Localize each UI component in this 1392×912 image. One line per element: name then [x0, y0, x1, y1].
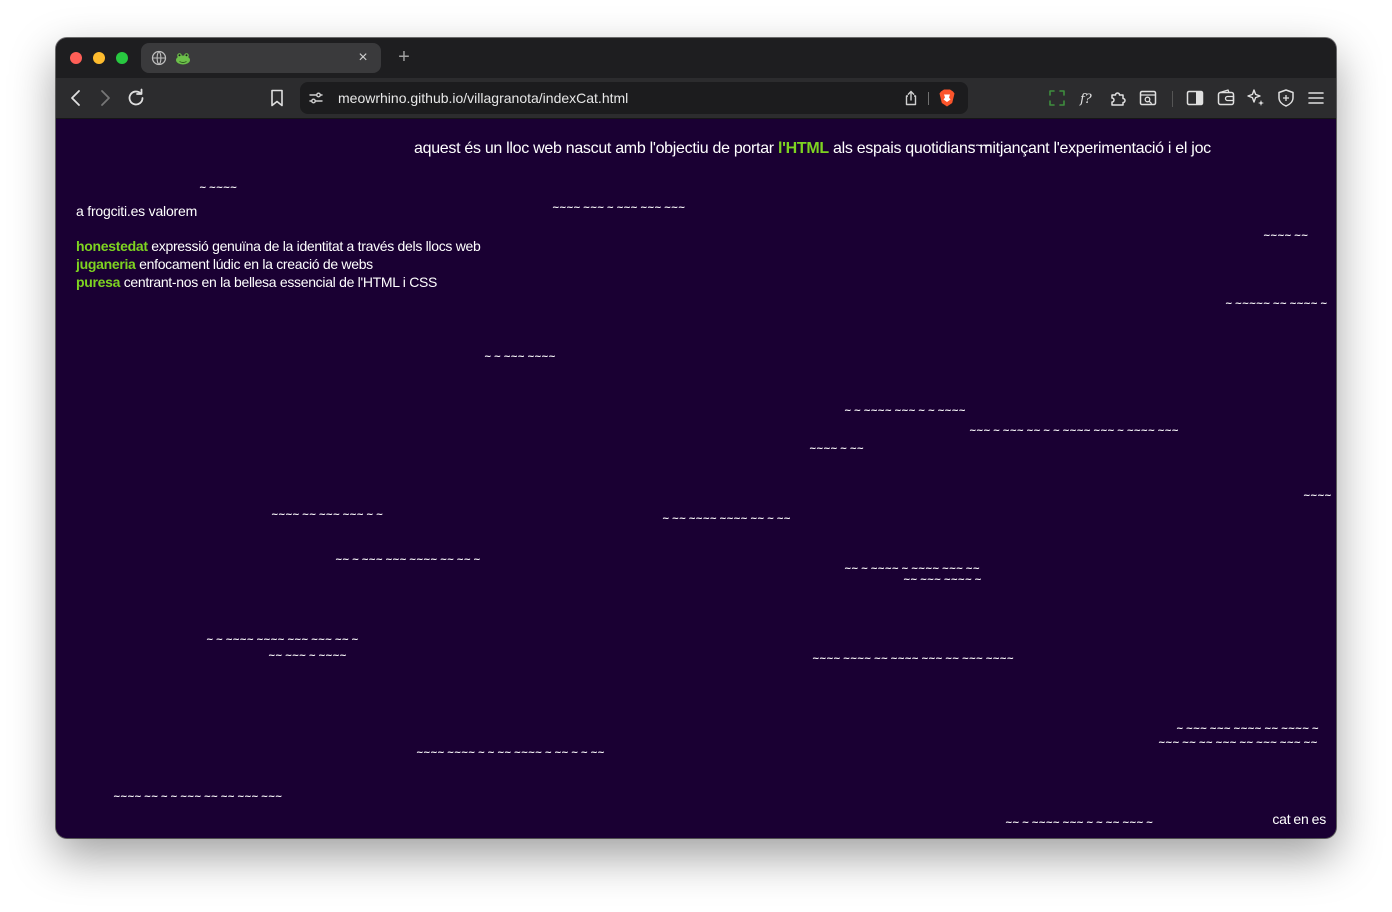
value-honestedat: honestedat expressió genuïna de la ident…	[76, 237, 481, 255]
minimize-window-button[interactable]	[93, 52, 105, 64]
values-list: honestedat expressió genuïna de la ident…	[76, 237, 481, 291]
leo-ai-sparkle-icon[interactable]	[1245, 87, 1267, 109]
site-settings-icon[interactable]	[308, 90, 324, 106]
close-tab-icon[interactable]: ×	[353, 48, 373, 68]
wave-text: ~ ~ ~~~~ ~~~ ~ ~ ~~~~	[844, 406, 966, 416]
browser-window: × + meowrhino.github.io/villagranota/ind…	[56, 38, 1336, 838]
vpn-shield-icon[interactable]	[1275, 87, 1297, 109]
wave-text: ~ ~~~ ~~~ ~~~~ ~~ ~~~~ ~	[1176, 724, 1319, 734]
value-keyword: juganeria	[76, 256, 136, 272]
bookmark-icon[interactable]	[266, 87, 288, 109]
wave-text: ~~~~ ~~~~ ~ ~ ~~ ~~~~ ~ ~~ ~ ~ ~~	[416, 748, 605, 758]
wave-text: ~~ ~ ~~~~ ~ ~~~~ ~~~ ~~	[844, 564, 980, 574]
value-keyword: honestedat	[76, 238, 148, 254]
font-inspector-icon[interactable]: f?	[1077, 87, 1099, 109]
language-link-en[interactable]: en	[1293, 811, 1308, 827]
wave-text: ~ ~~~~	[199, 183, 237, 193]
value-description: expressió genuïna de la identitat a trav…	[147, 238, 481, 254]
menu-hamburger-icon[interactable]	[1305, 87, 1327, 109]
headline-text-before: aquest és un lloc web nascut amb l'objec…	[414, 140, 778, 157]
value-puresa: puresa centrant-nos en la bellesa essenc…	[76, 273, 481, 291]
screenshot-selection-icon[interactable]	[1046, 87, 1068, 109]
wave-text: ~~ ~ ~~~ ~~~ ~~~~ ~~ ~~ ~	[335, 555, 481, 565]
active-tab[interactable]: ×	[141, 43, 381, 73]
close-window-button[interactable]	[70, 52, 82, 64]
divider	[928, 92, 929, 105]
page-content: aquest és un lloc web nascut amb l'objec…	[56, 119, 1336, 838]
wave-text: ~~ ~~~ ~ ~~~~	[268, 651, 347, 661]
divider	[1172, 91, 1173, 107]
wave-text: ~~~~ ~ ~~	[809, 444, 864, 454]
wave-text: ~~~~ ~~ ~~~ ~~~ ~ ~	[271, 510, 383, 520]
wave-text: ~ ~~ ~~~~ ~~~~ ~~ ~ ~~	[662, 514, 791, 524]
headline-text-after: als espais quotidians mitjançant l'exper…	[828, 140, 1211, 157]
url-text[interactable]: meowrhino.github.io/villagranota/indexCa…	[338, 82, 628, 114]
back-button[interactable]	[65, 87, 87, 109]
wave-text: ~~~~ ~~	[1263, 231, 1308, 241]
globe-icon	[151, 50, 167, 66]
sidebar-toggle-icon[interactable]	[1184, 87, 1206, 109]
reader-search-icon[interactable]	[1137, 87, 1159, 109]
wave-text: ~~ ~ ~~~~ ~~~ ~ ~ ~~ ~~~ ~	[1005, 818, 1153, 828]
wave-text: ~ ~ ~~~ ~~~~	[484, 352, 556, 362]
forward-button[interactable]	[94, 87, 116, 109]
share-icon[interactable]	[902, 89, 920, 107]
value-description: enfocament lúdic en la creació de webs	[135, 256, 373, 272]
wave-text: ~~ ~~~ ~~~~ ~	[903, 575, 982, 585]
intro-text: a frogciti.es valorem	[76, 203, 198, 219]
wave-text: ~~~~ ~~~~ ~~ ~~~~ ~~~ ~~ ~~~ ~~~~	[812, 654, 1014, 664]
value-keyword: puresa	[76, 274, 121, 290]
wave-text: ~ ~~~~~ ~~ ~~~~ ~	[1225, 299, 1328, 309]
address-bar[interactable]: meowrhino.github.io/villagranota/indexCa…	[300, 82, 968, 114]
zoom-window-button[interactable]	[116, 52, 128, 64]
wave-text: ~~~~ ~~~ ~ ~~~ ~~~ ~~~	[552, 203, 685, 213]
wave-text: ~~ ~	[968, 141, 992, 151]
value-description: centrant-nos en la bellesa essencial de …	[120, 274, 438, 290]
headline-highlight: l'HTML	[777, 140, 829, 157]
reload-button[interactable]	[125, 87, 147, 109]
wallet-icon[interactable]	[1215, 87, 1237, 109]
wave-text: ~~~~	[1303, 491, 1332, 501]
wave-text: ~ ~ ~~~~ ~~~~ ~~~ ~~~ ~~ ~	[206, 635, 359, 645]
tab-bar: × +	[56, 38, 1336, 78]
svg-text:f?: f?	[1079, 92, 1093, 107]
language-switcher: cat en es	[1269, 811, 1326, 827]
frog-favicon-icon	[174, 50, 192, 66]
browser-toolbar: meowrhino.github.io/villagranota/indexCa…	[56, 78, 1336, 119]
value-juganeria: juganeria enfocament lúdic en la creació…	[76, 255, 481, 273]
extensions-puzzle-icon[interactable]	[1107, 87, 1129, 109]
headline: aquest és un lloc web nascut amb l'objec…	[414, 140, 1211, 158]
brave-shields-icon[interactable]	[938, 88, 956, 108]
wave-text: ~~~ ~ ~~~ ~~ ~ ~ ~~~~ ~~~ ~ ~~~~ ~~~	[969, 426, 1179, 436]
wave-text: ~~~ ~~ ~~ ~~~ ~~ ~~~ ~~~ ~~	[1158, 738, 1318, 748]
wave-text: ~~~~ ~~ ~ ~ ~~~ ~~ ~~ ~~~ ~~~	[113, 792, 282, 802]
language-link-es[interactable]: es	[1312, 811, 1327, 827]
new-tab-button[interactable]: +	[393, 46, 415, 68]
language-link-cat[interactable]: cat	[1272, 811, 1290, 827]
